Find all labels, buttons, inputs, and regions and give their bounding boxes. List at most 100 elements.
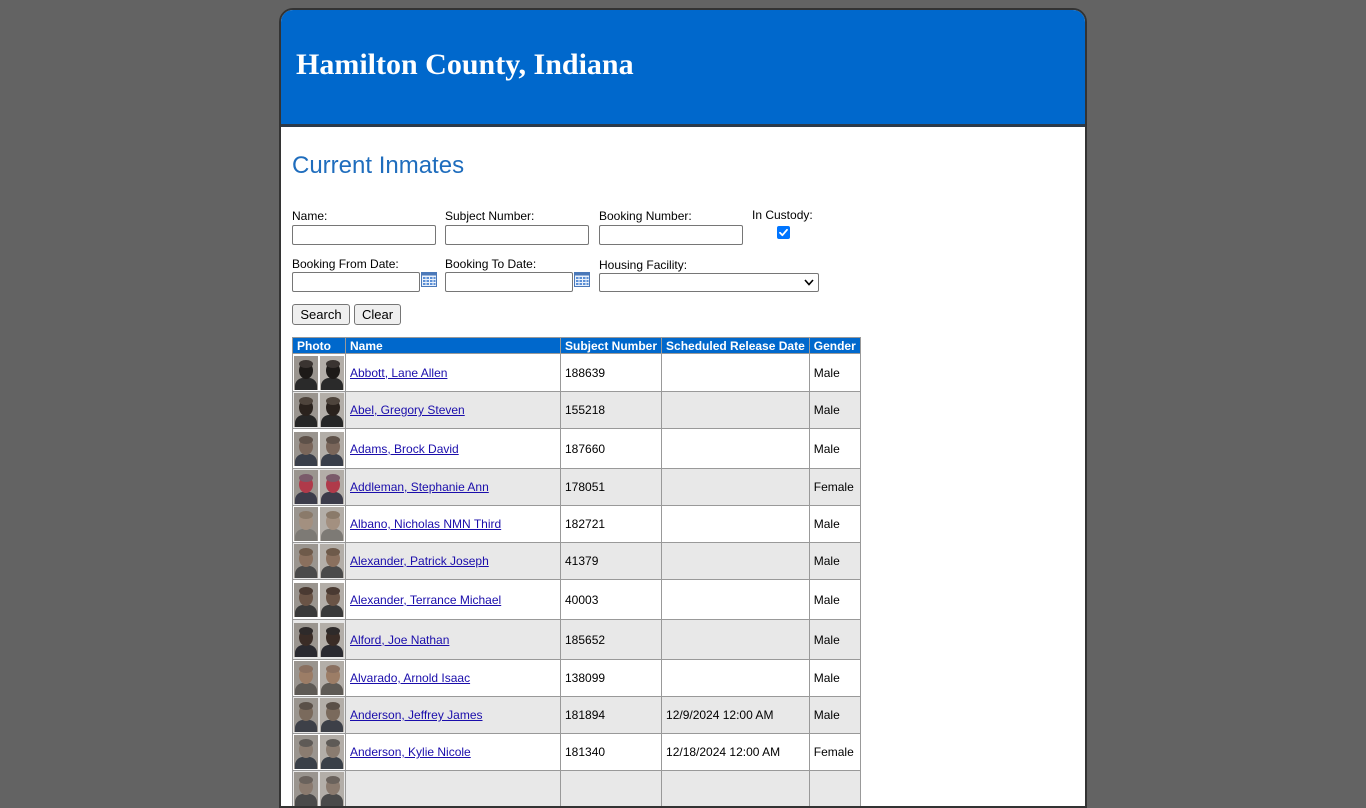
photo-cell (292, 468, 346, 506)
mugshot-profile (320, 735, 344, 769)
mugshot-thumbnail[interactable] (294, 772, 344, 806)
mugshot-thumbnail[interactable] (294, 622, 344, 657)
mugshot-front (294, 431, 318, 466)
subject-number-cell: 41379 (559, 542, 663, 580)
in-custody-checkbox[interactable] (777, 226, 790, 239)
inmate-name-link[interactable]: Alford, Joe Nathan (350, 633, 449, 647)
mugshot-thumbnail[interactable] (294, 735, 344, 769)
mugshot-thumbnail[interactable] (294, 393, 344, 427)
column-header-release-date[interactable]: Scheduled Release Date (661, 337, 810, 354)
mugshot-front (294, 393, 318, 427)
photo-cell (292, 619, 346, 660)
mugshot-thumbnail[interactable] (294, 355, 344, 390)
subject-number-input[interactable] (445, 225, 589, 245)
photo-cell (292, 353, 346, 392)
name-input[interactable] (292, 225, 436, 245)
gender-cell: Male (808, 353, 861, 392)
inmates-table: Photo Name Subject Number Scheduled Rele… (292, 337, 861, 806)
release-date-cell: 12/9/2024 12:00 AM (661, 696, 810, 734)
inmate-name-link[interactable]: Albano, Nicholas NMN Third (350, 517, 501, 531)
mugshot-profile (320, 544, 344, 578)
gender-cell: Male (808, 619, 861, 660)
table-body: Abbott, Lane Allen 188639 Male Abel, Gregor… (292, 353, 861, 806)
photo-cell (292, 770, 346, 806)
column-header-subject-number[interactable]: Subject Number (559, 337, 663, 354)
release-date-cell (661, 619, 810, 660)
mugshot-profile (320, 661, 344, 695)
subject-number-cell: 185652 (559, 619, 663, 660)
calendar-icon[interactable] (421, 271, 437, 287)
booking-to-date-input[interactable] (445, 272, 573, 292)
mugshot-thumbnail[interactable] (294, 470, 344, 504)
table-row: Alexander, Terrance Michael 40003 Male (292, 579, 861, 620)
subject-number-cell: 181340 (559, 733, 663, 771)
mugshot-thumbnail[interactable] (294, 582, 344, 617)
mugshot-profile (320, 698, 344, 732)
photo-cell (292, 428, 346, 469)
mugshot-thumbnail[interactable] (294, 507, 344, 541)
inmate-name-link[interactable]: Alexander, Patrick Joseph (350, 554, 489, 568)
column-header-name[interactable]: Name (345, 337, 561, 354)
photo-cell (292, 579, 346, 620)
mugshot-profile (320, 393, 344, 427)
name-cell: Addleman, Stephanie Ann (345, 468, 561, 506)
inmate-name-link[interactable]: Alvarado, Arnold Isaac (350, 671, 470, 685)
release-date-cell (661, 659, 810, 697)
clear-button[interactable]: Clear (354, 304, 401, 325)
header-banner: Hamilton County, Indiana (281, 10, 1085, 127)
mugshot-thumbnail[interactable] (294, 544, 344, 578)
mugshot-front (294, 661, 318, 695)
name-cell: Albano, Nicholas NMN Third (345, 505, 561, 543)
subject-number-cell: 138099 (559, 659, 663, 697)
mugshot-front (294, 698, 318, 732)
gender-cell: Male (808, 579, 861, 620)
name-cell: Alexander, Terrance Michael (345, 579, 561, 620)
inmate-name-link[interactable]: Anderson, Kylie Nicole (350, 745, 471, 759)
search-button[interactable]: Search (292, 304, 350, 325)
inmate-name-link[interactable]: Anderson, Jeffrey James (350, 708, 483, 722)
booking-from-date-label: Booking From Date: (292, 257, 399, 271)
subject-number-cell (559, 770, 663, 806)
photo-cell (292, 659, 346, 697)
mugshot-thumbnail[interactable] (294, 431, 344, 466)
name-cell: Alexander, Patrick Joseph (345, 542, 561, 580)
table-row: Anderson, Kylie Nicole 181340 12/18/2024 1… (292, 733, 861, 771)
release-date-cell (661, 391, 810, 429)
name-cell: Alvarado, Arnold Isaac (345, 659, 561, 697)
inmate-name-link[interactable]: Abel, Gregory Steven (350, 403, 465, 417)
page-frame: Hamilton County, Indiana Current Inmates… (279, 8, 1087, 808)
inmate-name-link[interactable]: Abbott, Lane Allen (350, 366, 447, 380)
gender-cell (808, 770, 861, 806)
subject-number-cell: 40003 (559, 579, 663, 620)
gender-cell: Female (808, 468, 861, 506)
table-row: Alexander, Patrick Joseph 41379 Male (292, 542, 861, 580)
subject-number-cell: 155218 (559, 391, 663, 429)
housing-facility-select[interactable] (599, 273, 819, 292)
subject-number-cell: 182721 (559, 505, 663, 543)
photo-cell (292, 733, 346, 771)
column-header-gender[interactable]: Gender (808, 337, 861, 354)
mugshot-thumbnail[interactable] (294, 661, 344, 695)
mugshot-profile (320, 772, 344, 806)
calendar-icon[interactable] (574, 271, 590, 287)
mugshot-thumbnail[interactable] (294, 698, 344, 732)
gender-cell: Male (808, 659, 861, 697)
gender-cell: Male (808, 542, 861, 580)
mugshot-front (294, 622, 318, 657)
table-row: Abbott, Lane Allen 188639 Male (292, 353, 861, 392)
booking-number-label: Booking Number: (599, 209, 692, 223)
release-date-cell (661, 542, 810, 580)
subject-number-cell: 187660 (559, 428, 663, 469)
booking-from-date-input[interactable] (292, 272, 420, 292)
inmate-name-link[interactable]: Alexander, Terrance Michael (350, 593, 501, 607)
inmate-name-link[interactable]: Adams, Brock David (350, 442, 459, 456)
release-date-cell (661, 468, 810, 506)
booking-number-input[interactable] (599, 225, 743, 245)
name-cell: Anderson, Kylie Nicole (345, 733, 561, 771)
release-date-cell: 12/18/2024 12:00 AM (661, 733, 810, 771)
table-row: Alford, Joe Nathan 185652 Male (292, 619, 861, 660)
name-cell: Adams, Brock David (345, 428, 561, 469)
column-header-photo[interactable]: Photo (292, 337, 346, 354)
booking-to-date-label: Booking To Date: (445, 257, 537, 271)
inmate-name-link[interactable]: Addleman, Stephanie Ann (350, 480, 489, 494)
